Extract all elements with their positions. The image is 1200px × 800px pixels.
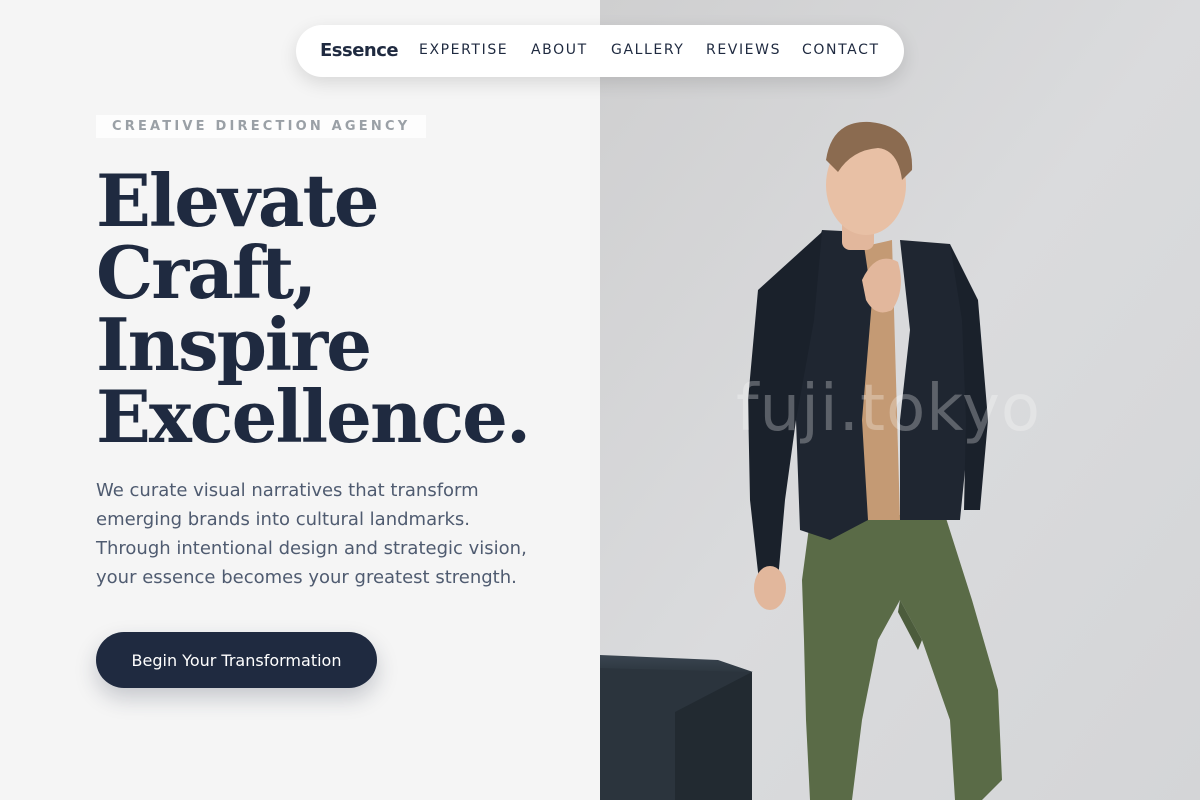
- headline-line: Craft,: [96, 230, 317, 315]
- nav-link-reviews[interactable]: REVIEWS: [706, 42, 781, 58]
- nav-link-expertise[interactable]: EXPERTISE: [419, 42, 508, 58]
- landing-page: CREATIVE DIRECTION AGENCY Elevate Craft,…: [0, 0, 1200, 800]
- brand-logo-link[interactable]: Essence: [320, 40, 399, 61]
- pedestal-block: [600, 655, 753, 800]
- begin-transformation-button[interactable]: Begin Your Transformation: [96, 632, 377, 688]
- description-line: emerging brands into cultural landmarks.: [96, 509, 471, 530]
- model-photo-illustration: [600, 0, 1200, 800]
- hero-photo: fuji.tokyo: [600, 0, 1200, 800]
- nav-link-contact[interactable]: CONTACT: [802, 42, 880, 58]
- description-line: your essence becomes your greatest stren…: [96, 567, 517, 588]
- nav-link-gallery[interactable]: GALLERY: [611, 42, 684, 58]
- headline-line: Inspire: [96, 302, 372, 387]
- description-line: Through intentional design and strategic…: [96, 538, 527, 559]
- description-line: We curate visual narratives that transfo…: [96, 480, 479, 501]
- nav-link-about[interactable]: ABOUT: [531, 42, 588, 58]
- headline-line: Elevate: [96, 158, 380, 243]
- top-navigation: Essence EXPERTISE ABOUT GALLERY REVIEWS …: [296, 25, 904, 77]
- model-left-hand: [754, 566, 786, 610]
- eyebrow-label: CREATIVE DIRECTION AGENCY: [96, 115, 427, 138]
- hero-description: We curate visual narratives that transfo…: [96, 476, 527, 592]
- hero-text-panel: CREATIVE DIRECTION AGENCY Elevate Craft,…: [0, 0, 600, 800]
- headline-line: Excellence.: [96, 374, 531, 459]
- hero-headline: Elevate Craft, Inspire Excellence.: [96, 158, 531, 459]
